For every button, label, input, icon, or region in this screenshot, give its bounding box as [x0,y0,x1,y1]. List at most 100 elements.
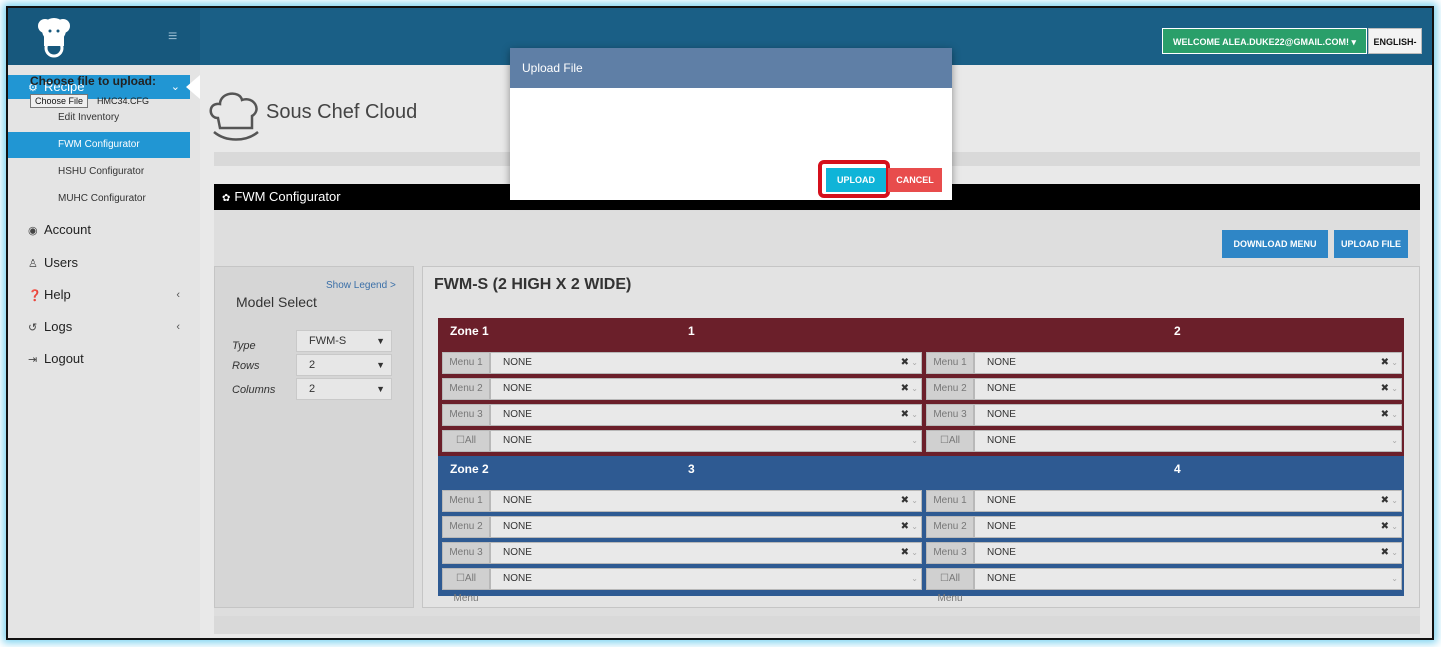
columns-select[interactable]: 2 ▼ [296,378,392,400]
menu-select[interactable]: NONE ⌄ [974,568,1402,590]
sidebar-item-account[interactable]: ◉ Account [8,215,190,245]
sidebar-item-edit-inventory[interactable]: Edit Inventory [8,105,190,131]
menu-select[interactable]: NONE ✖ ⌄ [490,542,922,564]
menu-value: NONE [503,409,532,420]
sidebar-item-logs[interactable]: ↺ Logs ‹ [8,312,190,342]
chevron-down-icon: ⌄ [911,496,918,505]
choose-file-button[interactable]: Choose File [30,94,89,108]
menu-row: ☐All Menu NONE ⌄ [926,430,1402,466]
menu-select[interactable]: NONE ⌄ [490,430,922,452]
clear-icon[interactable]: ✖ [901,543,909,563]
menu-select[interactable]: NONE ✖ ⌄ [974,378,1402,400]
menu-select[interactable]: NONE ⌄ [974,430,1402,452]
chevron-down-icon: ⌄ [1391,384,1398,393]
menu-select[interactable]: NONE ✖ ⌄ [974,352,1402,374]
cancel-button[interactable]: CANCEL [888,168,942,192]
welcome-user-dropdown[interactable]: WELCOME ALEA.DUKE22@GMAIL.COM! ▾ [1162,28,1367,54]
chevron-down-icon: ⌄ [911,410,918,419]
menu-select[interactable]: NONE ✖ ⌄ [490,404,922,426]
menu-label[interactable]: ☐All Menu [926,430,974,466]
rows-value: 2 [309,359,316,371]
sidebar-item-help[interactable]: ❓ Help ‹ [8,280,190,310]
type-label: Type [232,340,256,352]
menu-label: Menu 3 [926,404,974,426]
language-dropdown[interactable]: ENGLISH- [1368,28,1422,54]
zone-header: Zone 2 3 4 [438,456,1404,482]
sous-chef-logo-icon [209,92,259,141]
download-menu-button[interactable]: DOWNLOAD MENU [1222,230,1328,258]
menu-label: Menu 3 [442,542,490,564]
zone-label: Zone 2 [450,462,489,476]
type-select[interactable]: FWM-S ▼ [296,330,392,352]
clear-icon[interactable]: ✖ [901,517,909,537]
upload-button[interactable]: UPLOAD [826,168,886,192]
menu-label[interactable]: ☐All Menu [442,568,490,604]
menu-select[interactable]: NONE ⌄ [490,568,922,590]
clear-icon[interactable]: ✖ [1381,543,1389,563]
clear-icon[interactable]: ✖ [1381,379,1389,399]
clear-icon[interactable]: ✖ [1381,491,1389,511]
menu-label: Menu 1 [442,352,490,374]
sidebar: ⚙ Recipe ⌄ Edit Inventory FWM Configurato… [8,65,200,638]
menu-row: Menu 1 NONE ✖ ⌄ [926,490,1402,512]
menu-select[interactable]: NONE ✖ ⌄ [974,404,1402,426]
menu-select[interactable]: NONE ✖ ⌄ [490,516,922,538]
menu-select[interactable]: NONE ✖ ⌄ [490,490,922,512]
model-select-box [214,266,414,608]
zone-2: Zone 2 3 4 Menu 1 NONE ✖ ⌄ Menu 1 NONE ✖ ⌄ Menu … [438,456,1404,604]
menu-value: NONE [503,383,532,394]
clear-icon[interactable]: ✖ [1381,353,1389,373]
sidebar-item-muhc-configurator[interactable]: MUHC Configurator [8,186,190,212]
chevron-down-icon: ⌄ [1391,358,1398,367]
menu-select[interactable]: NONE ✖ ⌄ [490,352,922,374]
menu-select[interactable]: NONE ✖ ⌄ [974,516,1402,538]
menu-row: Menu 2 NONE ✖ ⌄ [926,378,1402,400]
section-title: FWM Configurator [234,189,341,204]
menu-label: Menu 3 [926,542,974,564]
menu-select[interactable]: NONE ✖ ⌄ [490,378,922,400]
sidebar-item-label: Logs [44,319,73,334]
sidebar-item-logout[interactable]: ⇥ Logout [8,344,190,374]
chevron-down-icon: ▼ [376,336,385,346]
menu-row: Menu 3 NONE ✖ ⌄ [442,542,922,564]
sidebar-item-fwm-configurator[interactable]: FWM Configurator [8,132,190,158]
chevron-left-icon: ‹ [176,321,180,333]
sidebar-item-hshu-configurator[interactable]: HSHU Configurator [8,159,190,185]
clear-icon[interactable]: ✖ [901,491,909,511]
menu-row: Menu 2 NONE ✖ ⌄ [442,378,922,400]
menu-value: NONE [503,521,532,532]
sidebar-item-label: Account [44,222,91,237]
clear-icon[interactable]: ✖ [1381,517,1389,537]
menu-value: NONE [987,435,1016,446]
menu-row: Menu 2 NONE ✖ ⌄ [442,516,922,538]
menu-row: ☐All Menu NONE ⌄ [926,568,1402,604]
menu-label[interactable]: ☐All Menu [442,430,490,466]
clear-icon[interactable]: ✖ [901,353,909,373]
menu-select[interactable]: NONE ✖ ⌄ [974,490,1402,512]
active-pointer [186,75,200,99]
chevron-down-icon: ⌄ [1391,574,1398,583]
clear-icon[interactable]: ✖ [901,379,909,399]
history-icon: ↺ [28,322,38,334]
help-icon: ❓ [28,290,42,302]
hamburger-menu-icon[interactable]: ≡ [168,28,177,46]
menu-row: Menu 3 NONE ✖ ⌄ [926,404,1402,426]
menu-label: Menu 2 [442,516,490,538]
gear-icon: ✿ [222,193,231,204]
sidebar-item-users[interactable]: ♙ Users [8,248,190,278]
rows-select[interactable]: 2 ▼ [296,354,392,376]
column-number: 3 [688,462,695,476]
menu-label: Menu 1 [926,490,974,512]
menu-value: NONE [987,357,1016,368]
zone-1: Zone 1 1 2 Menu 1 NONE ✖ ⌄ Menu 1 NONE ✖ ⌄ Menu … [438,318,1404,466]
menu-select[interactable]: NONE ✖ ⌄ [974,542,1402,564]
menu-row: Menu 1 NONE ✖ ⌄ [442,490,922,512]
columns-value: 2 [309,383,316,395]
column-number: 4 [1174,462,1181,476]
clear-icon[interactable]: ✖ [1381,405,1389,425]
menu-label[interactable]: ☐All Menu [926,568,974,604]
menu-row: ☐All Menu NONE ⌄ [442,430,922,466]
show-legend-link[interactable]: Show Legend > [326,280,396,291]
upload-file-button[interactable]: UPLOAD FILE [1334,230,1408,258]
clear-icon[interactable]: ✖ [901,405,909,425]
